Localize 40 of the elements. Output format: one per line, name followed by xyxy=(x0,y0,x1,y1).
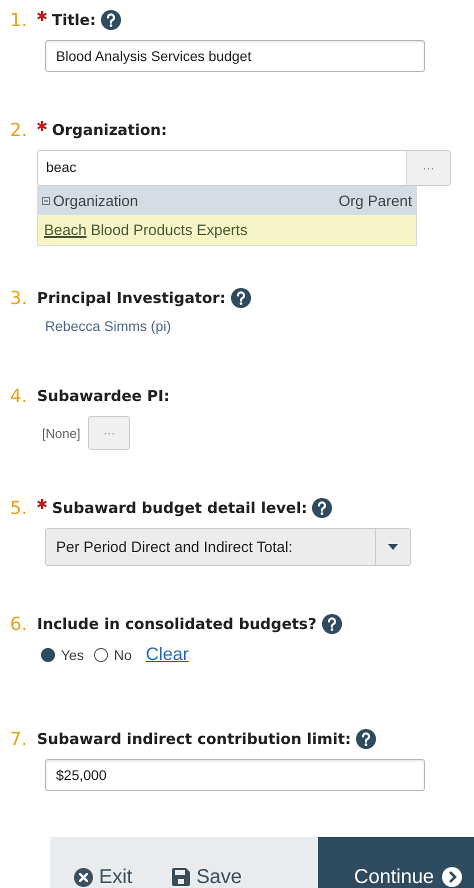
text-field[interactable]: Blood Analysis Services budget xyxy=(45,40,425,72)
help-icon[interactable] xyxy=(322,614,342,634)
text-field[interactable]: $25,000 xyxy=(45,759,425,791)
question-number: 6. xyxy=(10,614,28,634)
arrow-circle-icon xyxy=(442,867,462,887)
help-icon[interactable] xyxy=(230,288,251,308)
radio-label[interactable]: Yes xyxy=(61,646,84,662)
column-header: Org Parent xyxy=(338,192,412,210)
question-number: 1. xyxy=(10,10,28,30)
question-number: 3. xyxy=(10,288,28,308)
close-icon xyxy=(74,868,93,886)
radio-button[interactable] xyxy=(41,648,55,662)
help-icon[interactable] xyxy=(356,729,376,749)
dropdown-arrow-icon xyxy=(388,544,398,550)
suggestion-item[interactable]: Beach Blood Products Experts xyxy=(38,215,416,245)
question-label: Principal Investigator: xyxy=(37,289,226,307)
dropdown[interactable]: Per Period Direct and Indirect Total: xyxy=(45,528,411,566)
continue-button[interactable]: Continue xyxy=(318,837,474,888)
question-label: Subawardee PI: xyxy=(37,387,170,405)
collapse-icon[interactable] xyxy=(42,197,50,205)
help-icon[interactable] xyxy=(312,498,332,518)
column-header: Organization xyxy=(53,192,138,210)
question-label: Organization: xyxy=(52,121,167,139)
investigator-name: Rebecca Simms (pi) xyxy=(45,318,172,334)
save-button[interactable]: Save xyxy=(148,837,258,888)
help-icon[interactable] xyxy=(100,10,121,30)
radio-label[interactable]: No xyxy=(114,646,132,662)
exit-button[interactable]: Exit xyxy=(50,837,148,888)
question-number: 4. xyxy=(10,386,28,406)
organization-field[interactable]: beac ··· xyxy=(37,150,451,186)
radio-button[interactable] xyxy=(94,648,108,662)
question-label: Include in consolidated budgets? xyxy=(37,615,317,633)
question-number: 5. xyxy=(10,498,28,518)
clear-link[interactable]: Clear xyxy=(146,644,189,665)
question-label: Subaward budget detail level: xyxy=(52,499,308,517)
question-label: Title: xyxy=(52,11,96,29)
question-number: 2. xyxy=(10,120,28,140)
value-text: [None] xyxy=(42,426,80,440)
question-number: 7. xyxy=(10,728,28,750)
question-label: Subaward indirect contribution limit: xyxy=(37,730,351,748)
